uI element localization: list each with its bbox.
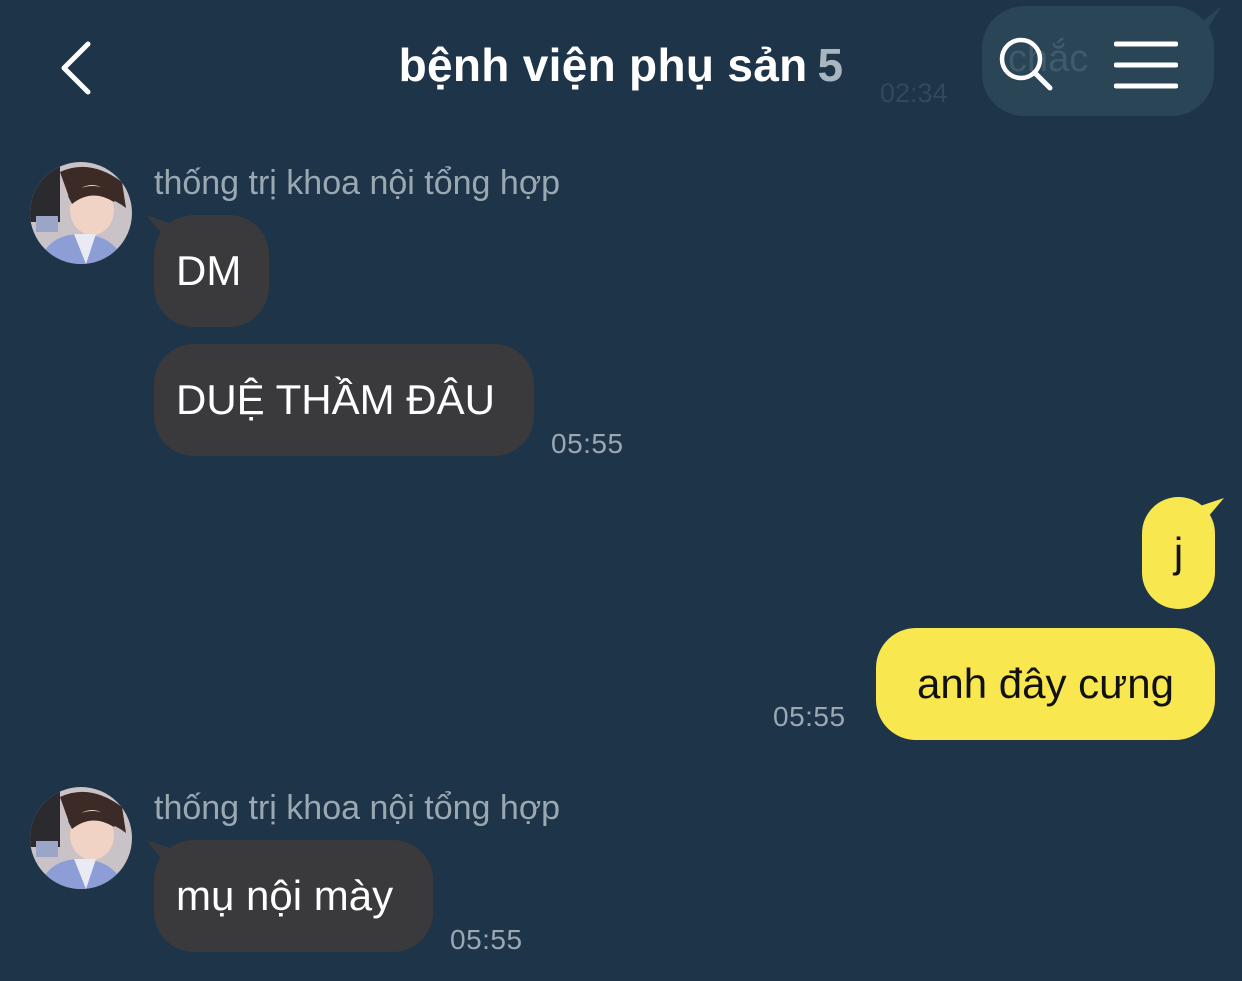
chat-name: bệnh viện phụ sản <box>398 39 808 91</box>
message-bubble[interactable]: DM <box>154 215 269 327</box>
chat-header: bệnh viện phụ sản 5 <box>0 0 1242 135</box>
sender-name: thống trị khoa nội tổng hợp <box>154 164 561 202</box>
message-bubble[interactable]: j <box>1142 497 1215 609</box>
member-count: 5 <box>817 39 844 91</box>
menu-button[interactable] <box>1113 40 1179 90</box>
message-bubble[interactable]: mụ nội mày <box>154 840 433 952</box>
profile-photo <box>30 787 132 889</box>
message-time: 05:55 <box>450 924 523 955</box>
sender-avatar[interactable] <box>30 787 132 889</box>
sender-name: thống trị khoa nội tổng hợp <box>154 789 561 827</box>
message-time: 05:55 <box>773 701 846 732</box>
menu-icon <box>1113 41 1179 89</box>
search-button[interactable] <box>996 34 1056 94</box>
message-time: 05:55 <box>551 428 624 459</box>
search-icon <box>999 37 1053 91</box>
sender-avatar[interactable] <box>30 162 132 264</box>
profile-photo <box>30 162 132 264</box>
message-bubble[interactable]: anh đây cưng <box>876 628 1215 740</box>
message-bubble[interactable]: DUỆ THẦM ĐÂU <box>154 344 534 456</box>
